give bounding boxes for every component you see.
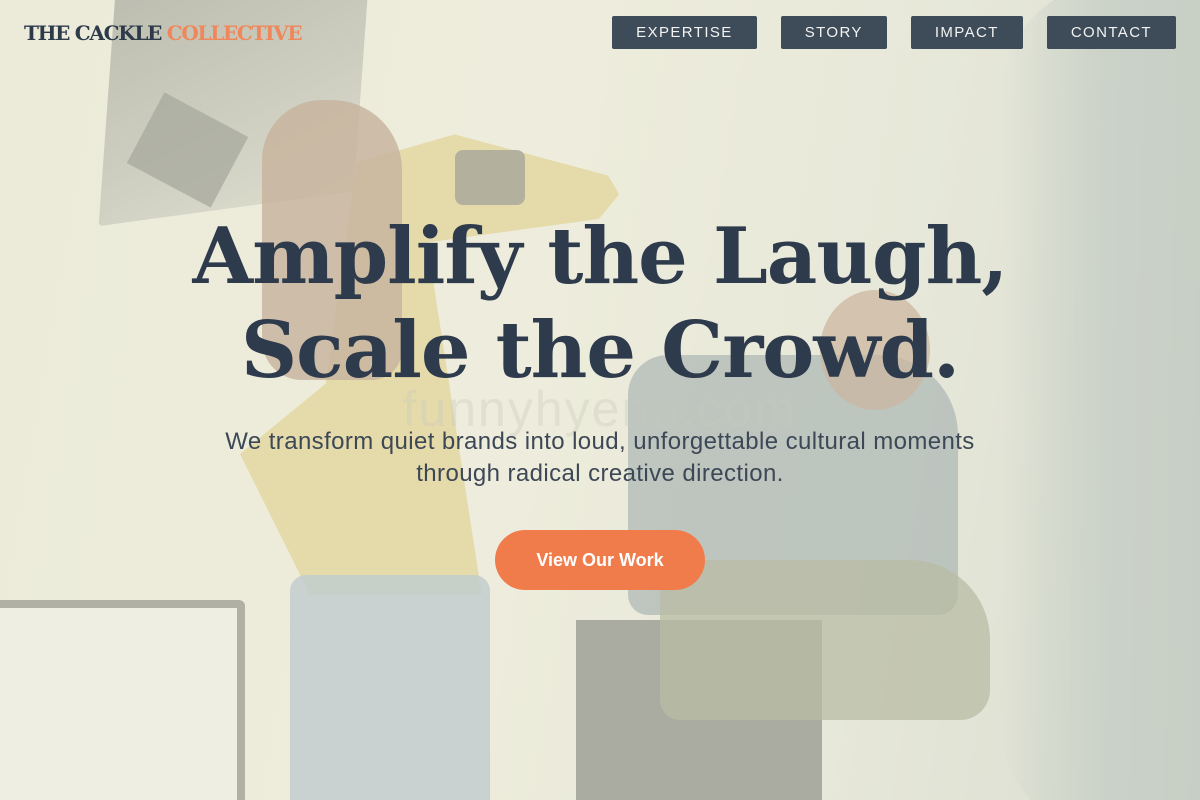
nav-impact-button[interactable]: IMPACT xyxy=(910,16,1023,49)
main-nav: EXPERTISE STORY IMPACT CONTACT xyxy=(612,16,1176,49)
hero-subheadline-line1: We transform quiet brands into loud, unf… xyxy=(225,428,975,455)
hero-headline: Amplify the Laugh, Scale the Crowd. xyxy=(0,210,1200,398)
nav-contact-button[interactable]: CONTACT xyxy=(1046,16,1176,49)
nav-story-button[interactable]: STORY xyxy=(780,16,887,49)
nav-expertise-button[interactable]: EXPERTISE xyxy=(612,16,757,49)
view-our-work-button[interactable]: View Our Work xyxy=(495,530,705,590)
top-navigation-bar: THE CACKLE COLLECTIVE EXPERTISE STORY IM… xyxy=(0,0,1200,66)
hero-subheadline: We transform quiet brands into loud, unf… xyxy=(0,426,1200,490)
hero-headline-line1: Amplify the Laugh, xyxy=(192,211,1009,302)
brand-name-accent: COLLECTIVE xyxy=(166,21,303,45)
brand-name-primary: THE CACKLE xyxy=(24,21,162,45)
brand-logo[interactable]: THE CACKLE COLLECTIVE xyxy=(24,21,303,45)
hero-subheadline-line2: through radical creative direction. xyxy=(416,460,784,487)
